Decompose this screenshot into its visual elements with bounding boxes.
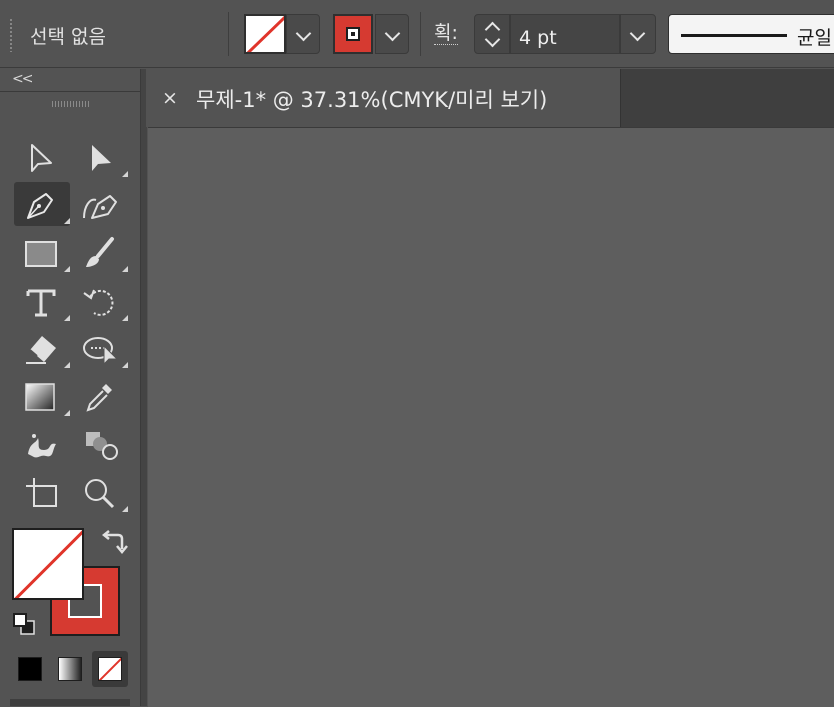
gradient-mode-button[interactable]: [52, 651, 88, 687]
tools-panel: <<: [0, 69, 141, 706]
shape-builder-icon: [86, 432, 118, 460]
uniform-line-icon: [681, 34, 787, 37]
stroke-weight-label[interactable]: 획:: [434, 22, 458, 45]
stroke-profile-select[interactable]: 균일: [668, 14, 834, 54]
close-tab-button[interactable]: ×: [162, 87, 178, 109]
stroke-profile-label: 균일: [797, 27, 832, 49]
none-slash-icon: [14, 530, 82, 598]
color-mode-button[interactable]: [12, 651, 48, 687]
none-swatch-icon: [98, 657, 122, 681]
flyout-indicator: [122, 266, 128, 272]
paintbrush-tool[interactable]: [72, 230, 128, 274]
document-tab[interactable]: × 무제-1* @ 37.31%(CMYK/미리 보기): [146, 69, 621, 127]
fill-color-box[interactable]: [12, 528, 84, 600]
chevron-down-icon: [629, 25, 646, 42]
flyout-indicator: [122, 315, 128, 321]
rectangle-icon: [25, 241, 57, 267]
control-divider: [420, 12, 421, 56]
pen-icon: [27, 193, 53, 219]
type-icon: [26, 289, 56, 317]
flyout-indicator: [122, 171, 128, 177]
rotate-icon: [83, 289, 114, 316]
puppet-warp-icon: [83, 337, 119, 366]
gradient-tool[interactable]: [14, 374, 70, 418]
symbol-sprayer-icon: [28, 434, 56, 458]
selection-tool[interactable]: [14, 135, 70, 179]
gradient-swatch-icon: [58, 657, 82, 681]
flyout-indicator: [64, 266, 70, 272]
artboard-tool[interactable]: [14, 470, 70, 514]
control-divider: [228, 12, 229, 56]
artboard-icon: [26, 478, 57, 507]
chevron-down-icon: [384, 25, 401, 42]
arrow-solid-icon: [92, 145, 111, 171]
eyedropper-tool[interactable]: [72, 374, 128, 418]
panel-grip[interactable]: [52, 101, 90, 107]
flyout-indicator: [64, 218, 70, 224]
solid-color-icon: [18, 657, 42, 681]
curvature-tool[interactable]: [72, 182, 128, 226]
brush-icon: [86, 237, 114, 267]
zoom-icon: [85, 479, 115, 509]
flyout-indicator: [64, 410, 70, 416]
gradient-icon: [25, 383, 55, 411]
stroke-weight-input[interactable]: 4 pt: [510, 14, 620, 54]
stroke-weight-stepper[interactable]: [474, 14, 510, 54]
flyout-indicator: [122, 506, 128, 512]
pen-tool[interactable]: [14, 182, 70, 226]
stroke-weight-dropdown-button[interactable]: [620, 14, 656, 54]
canvas-area[interactable]: [148, 127, 834, 707]
arrow-outline-icon: [31, 144, 52, 172]
puppet-warp-tool[interactable]: [72, 326, 128, 370]
stroke-swatch[interactable]: [333, 14, 373, 54]
none-slash-icon: [246, 16, 284, 52]
none-mode-button[interactable]: [92, 651, 128, 687]
flyout-indicator: [64, 315, 70, 321]
direct-selection-tool[interactable]: [72, 135, 128, 179]
shape-builder-tool[interactable]: [72, 422, 128, 466]
eraser-tool[interactable]: [14, 326, 70, 370]
control-bar-grip[interactable]: [9, 18, 13, 52]
rotate-tool[interactable]: [72, 279, 128, 323]
stroke-indicator-icon: [346, 27, 360, 41]
fill-dropdown-button[interactable]: [286, 14, 320, 54]
swap-fill-stroke-icon[interactable]: [100, 529, 130, 557]
flyout-indicator: [64, 362, 70, 368]
fill-swatch[interactable]: [244, 14, 286, 54]
chevron-down-icon[interactable]: [484, 31, 501, 48]
document-tab-title: 무제-1* @ 37.31%(CMYK/미리 보기): [196, 88, 548, 112]
selection-status-label: 선택 없음: [30, 26, 106, 48]
chevron-down-icon: [295, 25, 312, 42]
eraser-icon: [26, 336, 56, 364]
screen-mode-strip[interactable]: [10, 699, 130, 706]
eyedropper-icon: [86, 384, 112, 412]
flyout-indicator: [122, 362, 128, 368]
rectangle-tool[interactable]: [14, 230, 70, 274]
panel-header-divider: [0, 91, 140, 92]
default-fill-stroke-icon[interactable]: [12, 612, 38, 638]
collapse-panel-button[interactable]: <<: [12, 71, 34, 87]
zoom-tool[interactable]: [72, 470, 128, 514]
panel-gap: [141, 69, 147, 706]
type-tool[interactable]: [14, 279, 70, 323]
symbol-sprayer-tool[interactable]: [14, 422, 70, 466]
stroke-dropdown-button[interactable]: [375, 14, 409, 54]
curvature-pen-icon: [83, 195, 117, 219]
control-bar: 선택 없음 획: 4 pt 균일: [0, 0, 834, 68]
